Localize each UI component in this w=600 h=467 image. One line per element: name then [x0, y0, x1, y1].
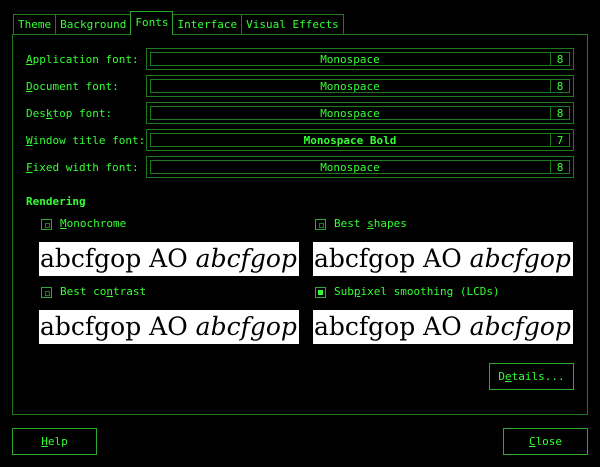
subpixel-smoothing-option[interactable]: Subpixel smoothing (LCDs) — [315, 284, 500, 300]
font-name: Monospace Bold — [303, 134, 397, 147]
subpixel-smoothing-checkbox[interactable] — [315, 286, 326, 298]
monochrome-option[interactable]: Monochrome — [41, 216, 126, 232]
tab-visual-effects[interactable]: Visual Effects — [241, 14, 344, 35]
monochrome-preview: abcfgop AO abcfgop — [39, 242, 299, 276]
best-shapes-checkbox[interactable] — [315, 218, 326, 230]
desktop-font-label: Desktop font: — [26, 107, 113, 120]
font-size: 8 — [556, 53, 564, 66]
rendering-heading: Rendering — [26, 195, 86, 208]
font-name: Monospace — [320, 107, 380, 120]
best-contrast-option[interactable]: Best contrast — [41, 284, 146, 300]
application-font-label: Application font: — [26, 53, 139, 66]
application-font-button[interactable]: Monospace 8 — [146, 48, 574, 70]
tab-background[interactable]: Background — [55, 14, 132, 35]
option-label: Best shapes — [334, 217, 407, 230]
best-shapes-option[interactable]: Best shapes — [315, 216, 407, 232]
subpixel-smoothing-preview: abcfgop AO abcfgop — [313, 310, 573, 344]
font-size: 8 — [556, 161, 564, 174]
font-size: 7 — [556, 134, 564, 147]
desktop-font-button[interactable]: Monospace 8 — [146, 102, 574, 124]
font-size: 8 — [556, 107, 564, 120]
option-label: Best contrast — [60, 285, 147, 298]
monochrome-checkbox[interactable] — [41, 218, 52, 230]
tab-interface[interactable]: Interface — [172, 14, 243, 35]
tab-bar: Theme Background Fonts Interface Visual … — [13, 11, 344, 35]
option-label: Subpixel smoothing (LCDs) — [334, 285, 500, 298]
font-name: Monospace — [320, 80, 380, 93]
font-size: 8 — [556, 80, 564, 93]
fixed-width-font-label: Fixed width font: — [26, 161, 139, 174]
fixed-width-font-button[interactable]: Monospace 8 — [146, 156, 574, 178]
window-title-font-button[interactable]: Monospace Bold 7 — [146, 129, 574, 151]
tab-fonts[interactable]: Fonts — [130, 11, 174, 35]
help-button[interactable]: Help — [12, 428, 97, 455]
close-button[interactable]: Close — [503, 428, 588, 455]
option-label: Monochrome — [60, 217, 127, 230]
details-button[interactable]: Details... — [489, 363, 574, 390]
best-shapes-preview: abcfgop AO abcfgop — [313, 242, 573, 276]
font-name: Monospace — [320, 161, 380, 174]
window-title-font-label: Window title font: — [26, 134, 146, 147]
best-contrast-checkbox[interactable] — [41, 286, 52, 298]
tab-theme[interactable]: Theme — [13, 14, 57, 35]
best-contrast-preview: abcfgop AO abcfgop — [39, 310, 299, 344]
font-name: Monospace — [320, 53, 380, 66]
document-font-label: Document font: — [26, 80, 119, 93]
document-font-button[interactable]: Monospace 8 — [146, 75, 574, 97]
